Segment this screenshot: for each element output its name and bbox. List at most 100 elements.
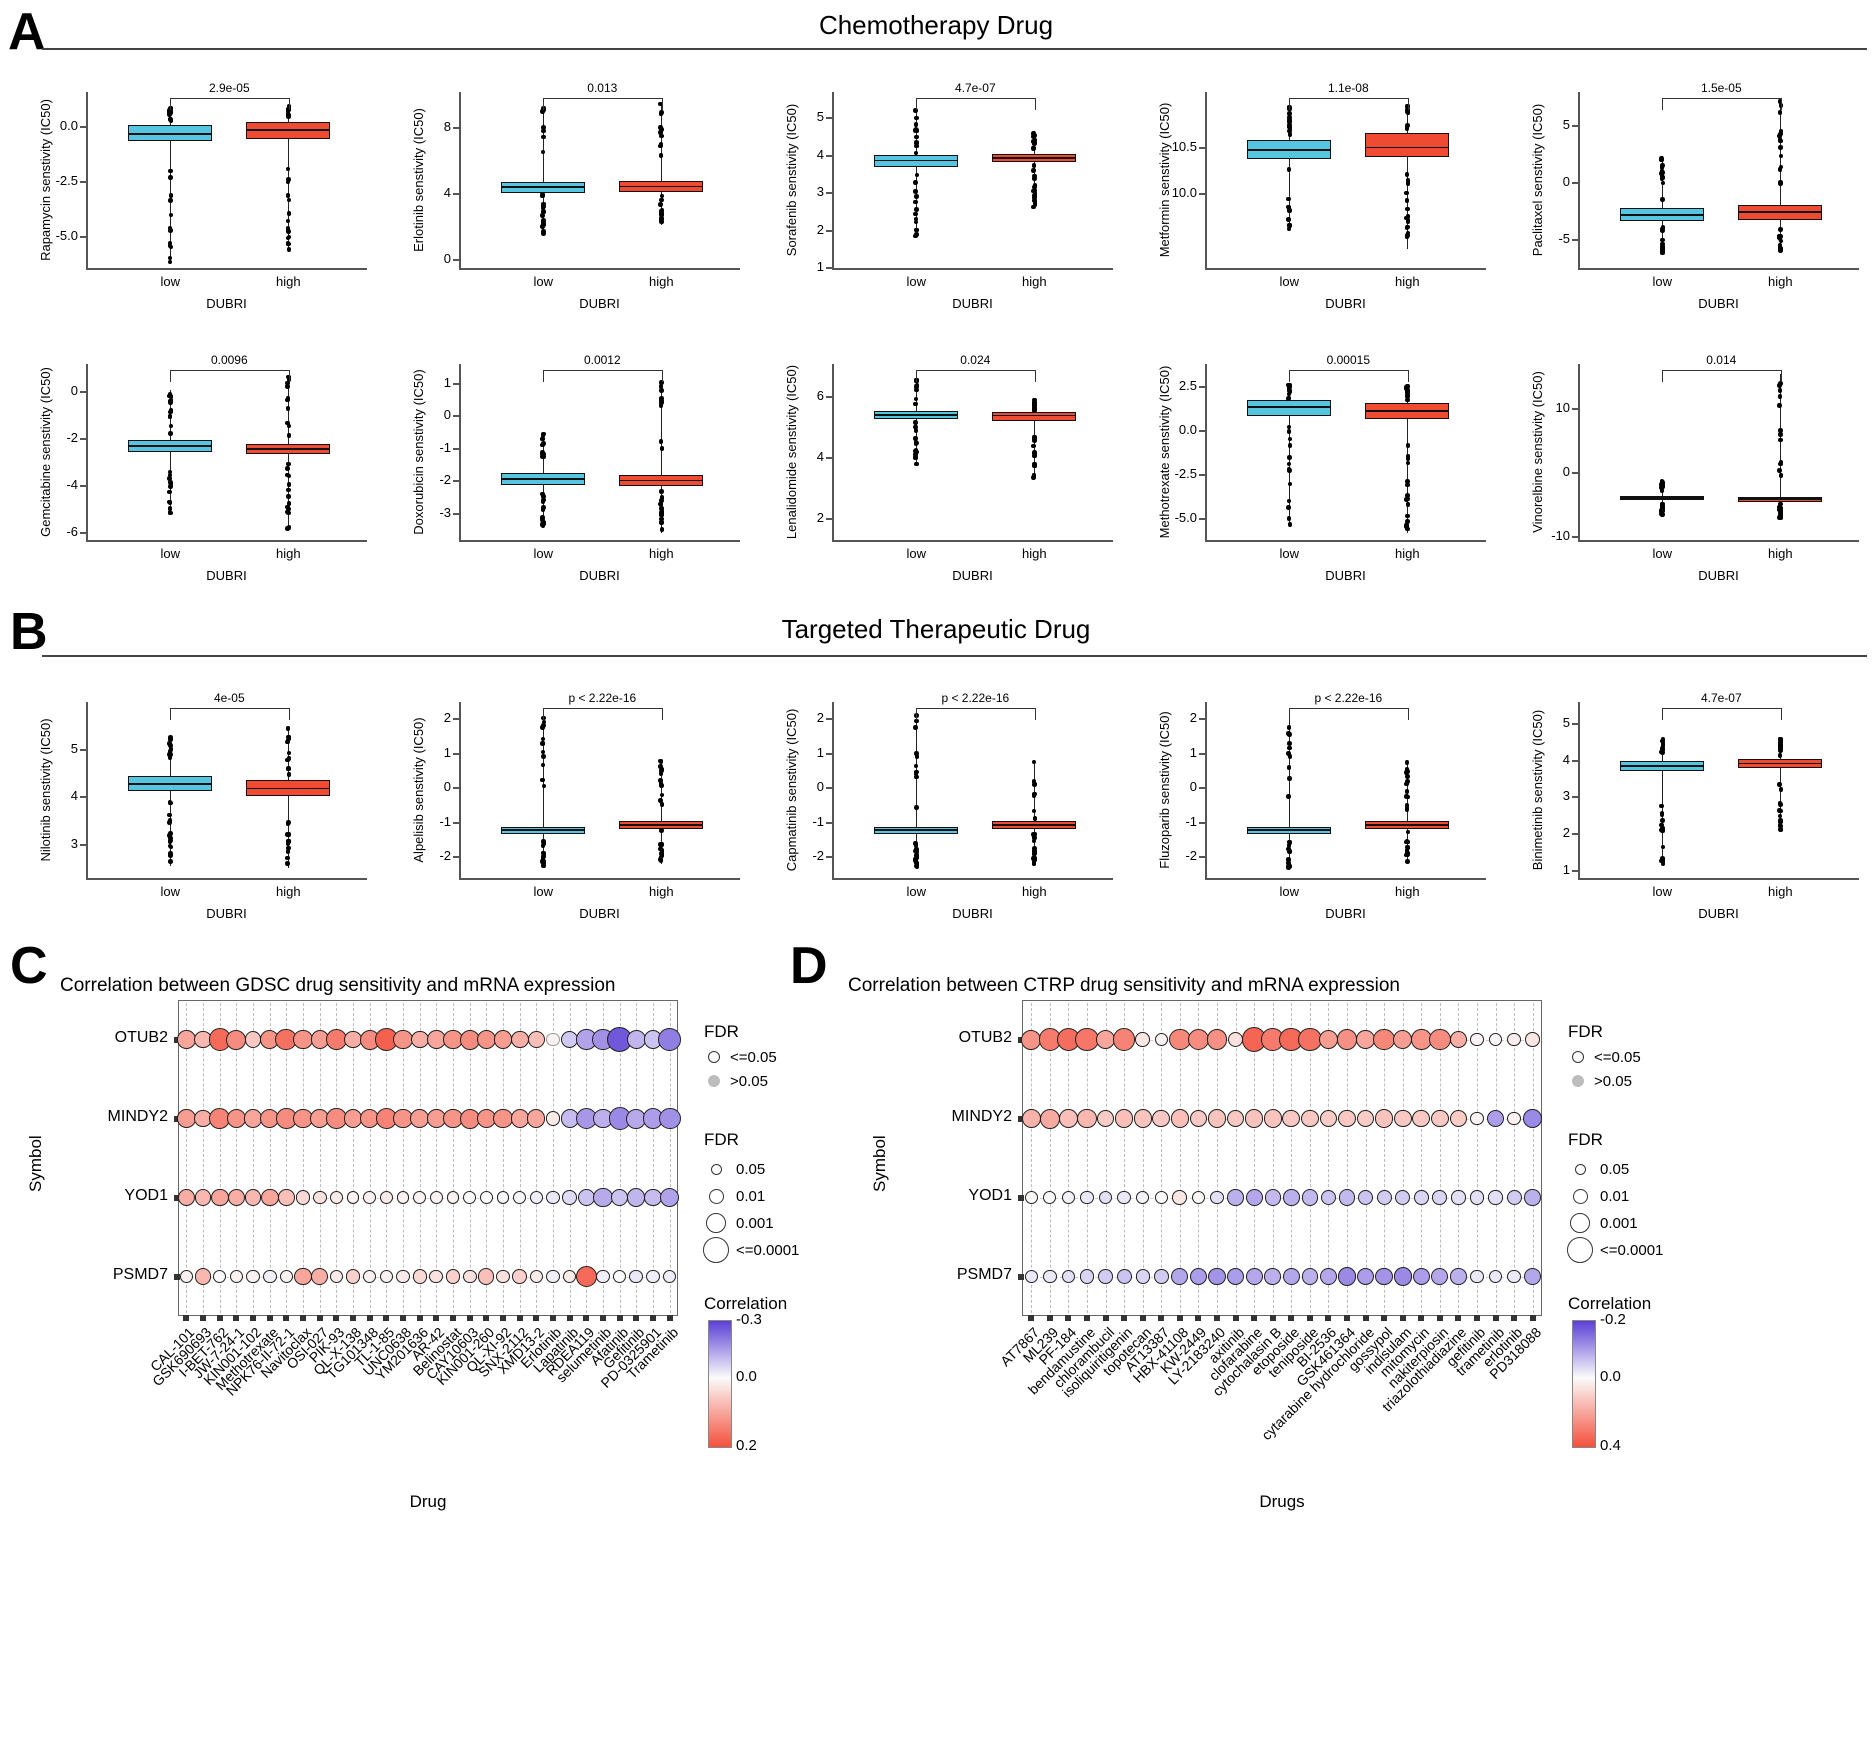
correlation-dot <box>1208 1267 1226 1286</box>
panel-c-letter: C <box>10 937 48 995</box>
correlation-dot <box>562 1190 578 1205</box>
outlier-point <box>1287 132 1293 137</box>
correlation-dot <box>658 1028 681 1051</box>
panel-a-title: Chemotherapy Drug <box>818 10 1054 40</box>
x-tick-label-high: high <box>1022 546 1047 561</box>
correlation-dot <box>262 1269 277 1284</box>
correlation-dot <box>527 1109 546 1128</box>
outlier-point <box>285 839 291 845</box>
y-tick-label: -2.5 <box>55 173 78 189</box>
significance-bracket <box>1662 98 1783 110</box>
correlation-dot <box>1264 1268 1281 1285</box>
outlier-point <box>540 499 546 504</box>
y-tick-label: 0 <box>1562 173 1570 189</box>
x-tick-mark <box>533 1315 540 1321</box>
y-axis-title: Symbol <box>26 1135 45 1192</box>
correlation-dot <box>1024 1269 1038 1284</box>
outlier-point <box>1286 429 1292 435</box>
outlier-point <box>658 798 664 803</box>
outlier-point <box>1404 781 1409 787</box>
correlation-dot <box>295 1190 311 1205</box>
correlation-colorbar <box>708 1320 732 1448</box>
y-tick-label: 2 <box>443 710 451 726</box>
y-tick-mark <box>1572 125 1578 128</box>
outlier-point <box>1032 191 1038 196</box>
p-value-label: 4e-05 <box>213 691 245 705</box>
fdr-shape-legend-label: <=0.05 <box>730 1049 777 1066</box>
outlier-point <box>541 719 547 725</box>
outlier-point <box>658 439 664 444</box>
significance-bracket <box>543 708 664 720</box>
x-tick-mark <box>266 1315 273 1321</box>
correlation-dot <box>413 1191 427 1204</box>
median-line-high <box>992 157 1077 160</box>
correlation-dot <box>546 1032 560 1047</box>
outlier-point <box>1778 246 1783 251</box>
correlation-dot <box>1430 1109 1449 1128</box>
x-axis-title: DUBRI <box>579 568 620 583</box>
x-tick-mark <box>1028 1315 1035 1321</box>
outlier-point <box>1405 181 1411 186</box>
grid-line-vertical <box>353 1003 354 1313</box>
y-axis-title: Metformin senstivity (IC50) <box>1157 102 1172 258</box>
significance-bracket <box>170 370 291 382</box>
outlier-point <box>1405 454 1411 459</box>
correlation-dot <box>1470 1111 1484 1126</box>
correlation-dot <box>176 1109 196 1128</box>
correlation-dot <box>194 1268 212 1285</box>
correlation-dot <box>1283 1189 1300 1206</box>
outlier-point <box>658 143 663 149</box>
p-value-label: 0.024 <box>960 353 991 367</box>
y-tick-label: -5 <box>1558 230 1570 246</box>
significance-bracket <box>170 98 291 110</box>
grid-line-vertical <box>303 1003 304 1313</box>
outlier-point <box>167 259 173 265</box>
median-line-high <box>246 128 331 131</box>
outlier-point <box>659 133 664 139</box>
y-tick-mark <box>1572 535 1578 538</box>
fdr-size-legend-swatch <box>1572 1188 1588 1204</box>
outlier-point <box>285 855 290 861</box>
outlier-point <box>1778 473 1784 478</box>
grid-line-vertical <box>1328 1003 1330 1313</box>
y-axis-title: Lenalidomide senstivity (IC50) <box>784 364 799 540</box>
outlier-point <box>167 505 173 511</box>
y-tick-label: -5.0 <box>1174 509 1197 525</box>
correlation-dot <box>1263 1109 1282 1128</box>
y-tick-mark <box>1572 407 1578 410</box>
outlier-point <box>1777 801 1783 806</box>
median-line-high <box>619 479 704 482</box>
outlier-point <box>1032 176 1038 181</box>
outlier-point <box>1777 515 1782 520</box>
fdr-size-legend-swatch <box>708 1188 724 1204</box>
outlier-point <box>1031 453 1037 459</box>
grid-line-vertical <box>319 1003 321 1313</box>
correlation-dot <box>1282 1268 1300 1285</box>
y-tick-mark <box>80 796 86 799</box>
outlier-point <box>914 461 919 467</box>
y-tick-label: 2 <box>1189 710 1197 726</box>
x-tick-mark <box>1418 1315 1425 1321</box>
x-tick-mark <box>1399 1315 1406 1321</box>
fdr-shape-legend-label: >0.05 <box>730 1073 768 1090</box>
y-tick-label: 0 <box>443 407 451 423</box>
x-tick-label-low: low <box>1279 274 1300 289</box>
grid-line-vertical <box>1365 1003 1367 1313</box>
x-axis-line <box>459 540 740 542</box>
y-tick-label: 2 <box>816 221 824 237</box>
outlier-point <box>286 211 292 217</box>
outlier-point <box>286 494 291 500</box>
outlier-point <box>1660 512 1665 517</box>
outlier-point <box>1031 808 1037 814</box>
outlier-point <box>913 841 918 846</box>
correlation-dot <box>1135 1269 1150 1284</box>
outlier-point <box>285 235 291 241</box>
outlier-point <box>286 229 291 234</box>
correlation-dot <box>1489 1033 1503 1046</box>
y-tick-label: 0 <box>1562 463 1570 479</box>
x-tick-mark <box>616 1315 623 1321</box>
correlation-dot <box>1187 1028 1210 1051</box>
outlier-point <box>913 401 918 407</box>
x-tick-mark <box>1121 1315 1128 1321</box>
outlier-point <box>1660 825 1665 831</box>
